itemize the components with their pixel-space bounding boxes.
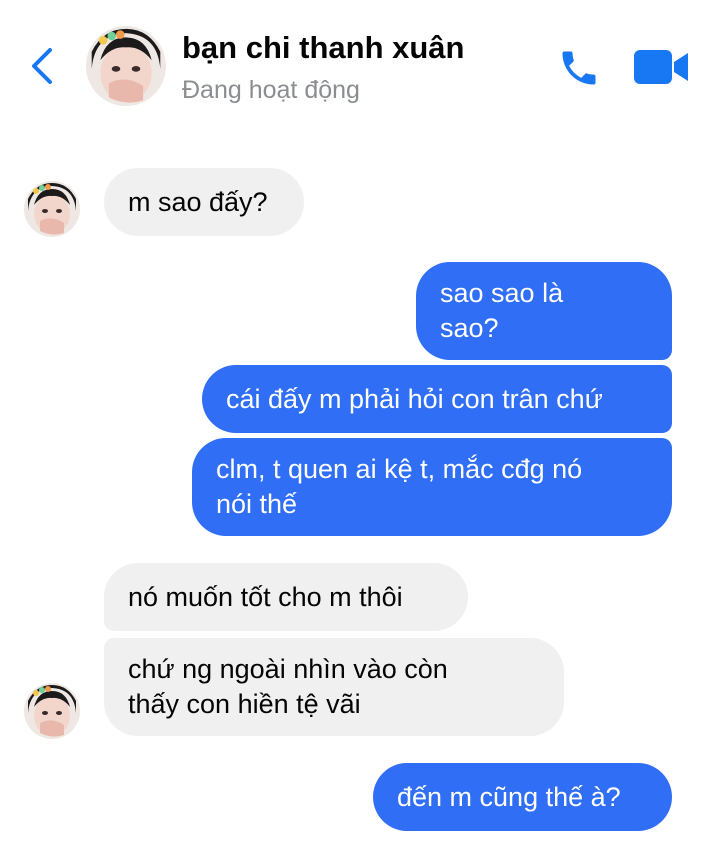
video-call-button[interactable] — [632, 48, 690, 86]
message-text: đến m cũng thế à? — [397, 781, 621, 812]
message-text: m sao đấy? — [128, 186, 268, 217]
active-status: Đang hoạt động — [182, 76, 360, 104]
avatar-photo — [24, 683, 80, 739]
message-text: clm, t quen ai kệ t, mắc cđg nó — [216, 454, 583, 484]
message-text: nói thế — [216, 489, 298, 519]
avatar-photo — [24, 181, 80, 237]
message-text: thấy con hiền tệ vãi — [128, 689, 361, 719]
contact-avatar-small[interactable] — [24, 683, 80, 739]
message-text: cái đấy m phải hỏi con trân chứ — [226, 383, 603, 414]
message-text: sao? — [440, 313, 499, 343]
message-bubble-incoming[interactable]: nó muốn tốt cho m thôi — [104, 563, 468, 631]
message-bubble-outgoing[interactable]: sao sao là sao? — [416, 262, 672, 360]
chevron-left-icon — [32, 48, 52, 84]
chat-header: bạn chi thanh xuân Đang hoạt động — [0, 0, 720, 130]
contact-name: bạn chi thanh xuân — [182, 30, 465, 65]
avatar-photo — [86, 26, 166, 106]
contact-avatar[interactable] — [86, 26, 166, 106]
message-bubble-outgoing[interactable]: clm, t quen ai kệ t, mắc cđg nó nói thế — [192, 438, 672, 536]
message-text: nó muốn tốt cho m thôi — [128, 581, 403, 612]
message-bubble-outgoing[interactable]: cái đấy m phải hỏi con trân chứ — [202, 365, 672, 433]
phone-icon — [562, 51, 596, 85]
back-button[interactable] — [26, 44, 60, 88]
contact-avatar-small[interactable] — [24, 181, 80, 237]
voice-call-button[interactable] — [556, 46, 602, 90]
message-text: chứ ng ngoài nhìn vào còn — [128, 654, 448, 684]
message-bubble-outgoing[interactable]: đến m cũng thế à? — [373, 763, 672, 831]
video-camera-icon — [634, 50, 688, 84]
message-bubble-incoming[interactable]: m sao đấy? — [104, 168, 304, 236]
message-bubble-incoming[interactable]: chứ ng ngoài nhìn vào còn thấy con hiền … — [104, 638, 564, 736]
message-text: sao sao là — [440, 278, 564, 308]
